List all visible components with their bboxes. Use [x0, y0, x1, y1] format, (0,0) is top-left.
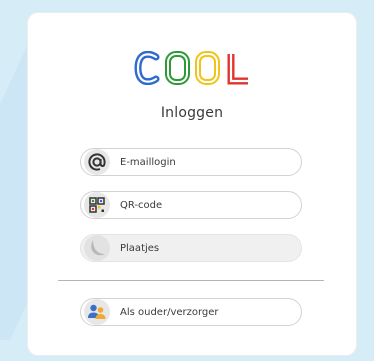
email-login-button[interactable]: E-maillogin [80, 148, 302, 176]
cool-logo [28, 51, 356, 91]
parent-login-button[interactable]: Als ouder/verzorger [80, 298, 302, 326]
qr-code-button[interactable]: QR-code [80, 191, 302, 219]
pictures-login-button[interactable]: Plaatjes [80, 234, 302, 262]
email-login-label: E-maillogin [120, 156, 176, 168]
qr-code-icon [84, 192, 110, 218]
at-icon [84, 149, 110, 175]
divider [58, 280, 324, 281]
logo-letter-o2 [194, 51, 220, 85]
pictures-login-label: Plaatjes [120, 242, 160, 254]
logo-letter-l [227, 54, 248, 85]
logo-letter-c [133, 51, 159, 85]
parents-icon [84, 299, 110, 325]
login-card: Inloggen E-maillogin QR-code Plaatjes Al… [28, 13, 356, 355]
parent-login-label: Als ouder/verzorger [120, 306, 219, 318]
logo-letter-o1 [164, 51, 190, 85]
qr-code-label: QR-code [120, 199, 163, 211]
page-title: Inloggen [160, 105, 224, 121]
moon-icon [84, 235, 110, 261]
